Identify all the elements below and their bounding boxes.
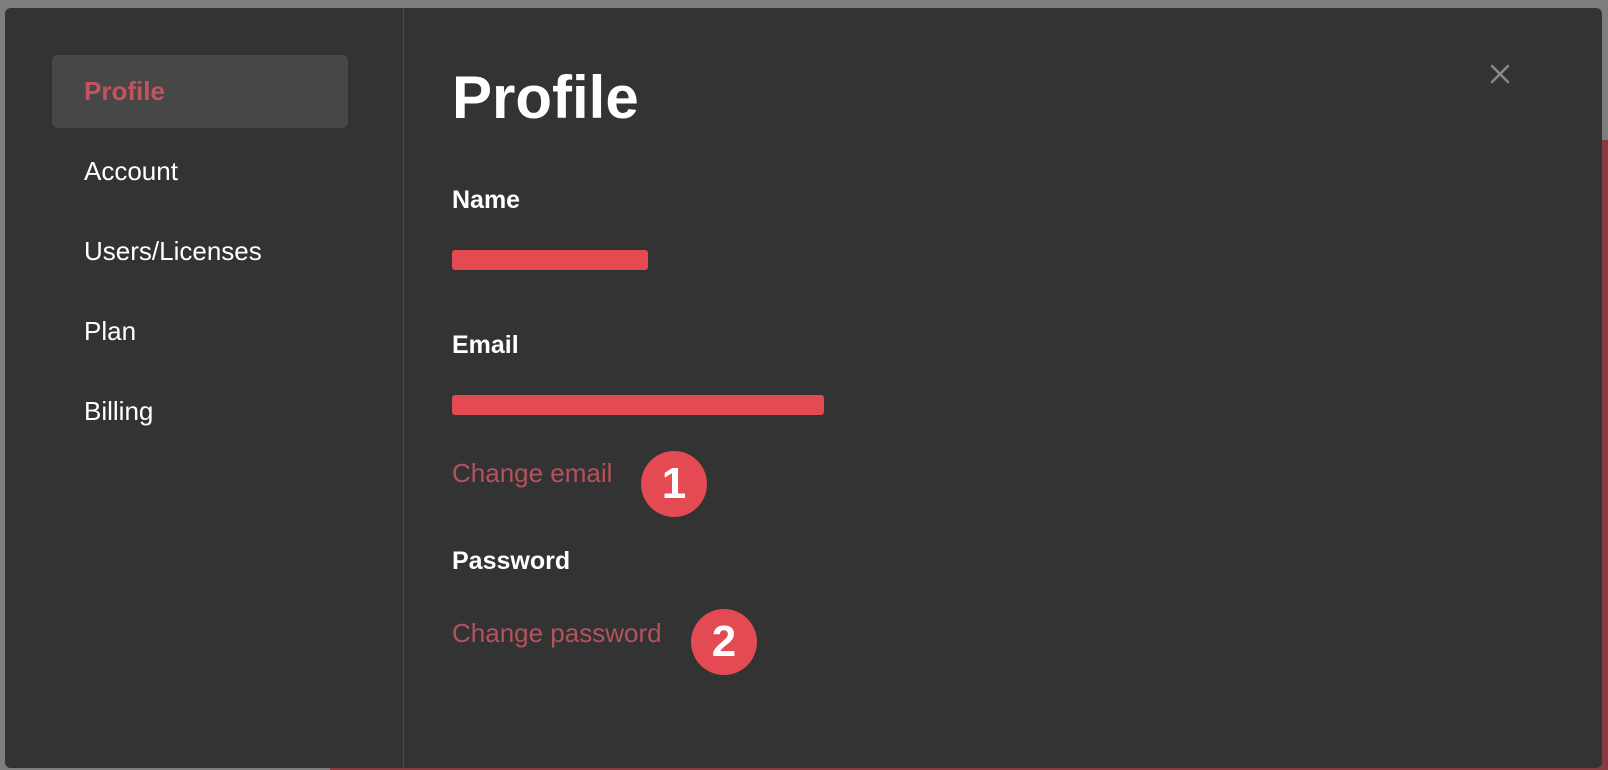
sidebar-item-label: Users/Licenses <box>84 236 262 266</box>
sidebar-item-profile[interactable]: Profile <box>52 55 348 128</box>
name-label: Name <box>452 186 521 214</box>
password-label: Password <box>452 547 571 575</box>
step-badge-1: 1 <box>641 451 707 517</box>
sidebar-item-label: Account <box>84 156 178 186</box>
settings-modal: Profile Account Users/Licenses Plan Bill… <box>5 8 1602 768</box>
step-badge-2: 2 <box>691 609 757 675</box>
email-label: Email <box>452 331 519 359</box>
close-button[interactable] <box>1484 58 1516 90</box>
sidebar-item-account[interactable]: Account <box>52 135 348 208</box>
sidebar-item-billing[interactable]: Billing <box>52 375 348 448</box>
email-value-redacted <box>452 395 824 415</box>
sidebar-item-label: Billing <box>84 396 154 426</box>
close-icon <box>1490 64 1510 84</box>
settings-sidebar: Profile Account Users/Licenses Plan Bill… <box>5 8 404 768</box>
change-email-link[interactable]: Change email <box>452 458 612 489</box>
page-title: Profile <box>452 64 639 131</box>
sidebar-item-users-licenses[interactable]: Users/Licenses <box>52 215 348 288</box>
sidebar-item-label: Profile <box>84 76 165 106</box>
name-value-redacted <box>452 250 648 270</box>
sidebar-item-label: Plan <box>84 316 137 346</box>
profile-panel: Profile Name Email Change email 1 Passwo… <box>404 8 1602 768</box>
change-password-link[interactable]: Change password <box>452 618 662 649</box>
sidebar-item-plan[interactable]: Plan <box>52 295 348 368</box>
